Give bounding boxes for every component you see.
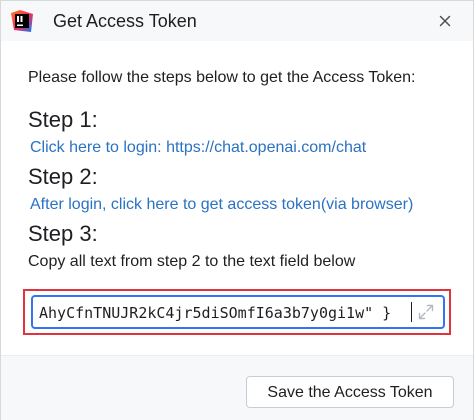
dialog-footer: Save the Access Token	[1, 355, 473, 420]
access-token-value[interactable]: AhyCfnTNUJR2kC4jr5diSOmfI6a3b7y0gi1w" }	[39, 303, 391, 323]
expand-icon[interactable]	[417, 303, 435, 321]
intro-text: Please follow the steps below to get the…	[28, 69, 416, 86]
get-access-token-dialog: Get Access Token Please follow the steps…	[0, 0, 474, 420]
close-button[interactable]	[433, 9, 457, 33]
access-token-input[interactable]: AhyCfnTNUJR2kC4jr5diSOmfI6a3b7y0gi1w" }	[31, 295, 445, 329]
dialog-title: Get Access Token	[53, 11, 197, 31]
step3-heading: Step 3:	[28, 221, 98, 246]
step2-heading: Step 2:	[28, 164, 98, 189]
title-bar[interactable]: Get Access Token	[1, 1, 473, 41]
intellij-idea-icon	[11, 10, 33, 32]
step3-description: Copy all text from step 2 to the text fi…	[28, 253, 356, 270]
login-link[interactable]: Click here to login: https://chat.openai…	[30, 139, 366, 157]
get-token-link[interactable]: After login, click here to get access to…	[30, 196, 413, 214]
save-access-token-button[interactable]: Save the Access Token	[246, 376, 454, 408]
step1-heading: Step 1:	[28, 107, 98, 132]
text-caret	[411, 302, 412, 322]
close-icon	[439, 15, 451, 27]
dialog-content: Please follow the steps below to get the…	[1, 41, 473, 355]
